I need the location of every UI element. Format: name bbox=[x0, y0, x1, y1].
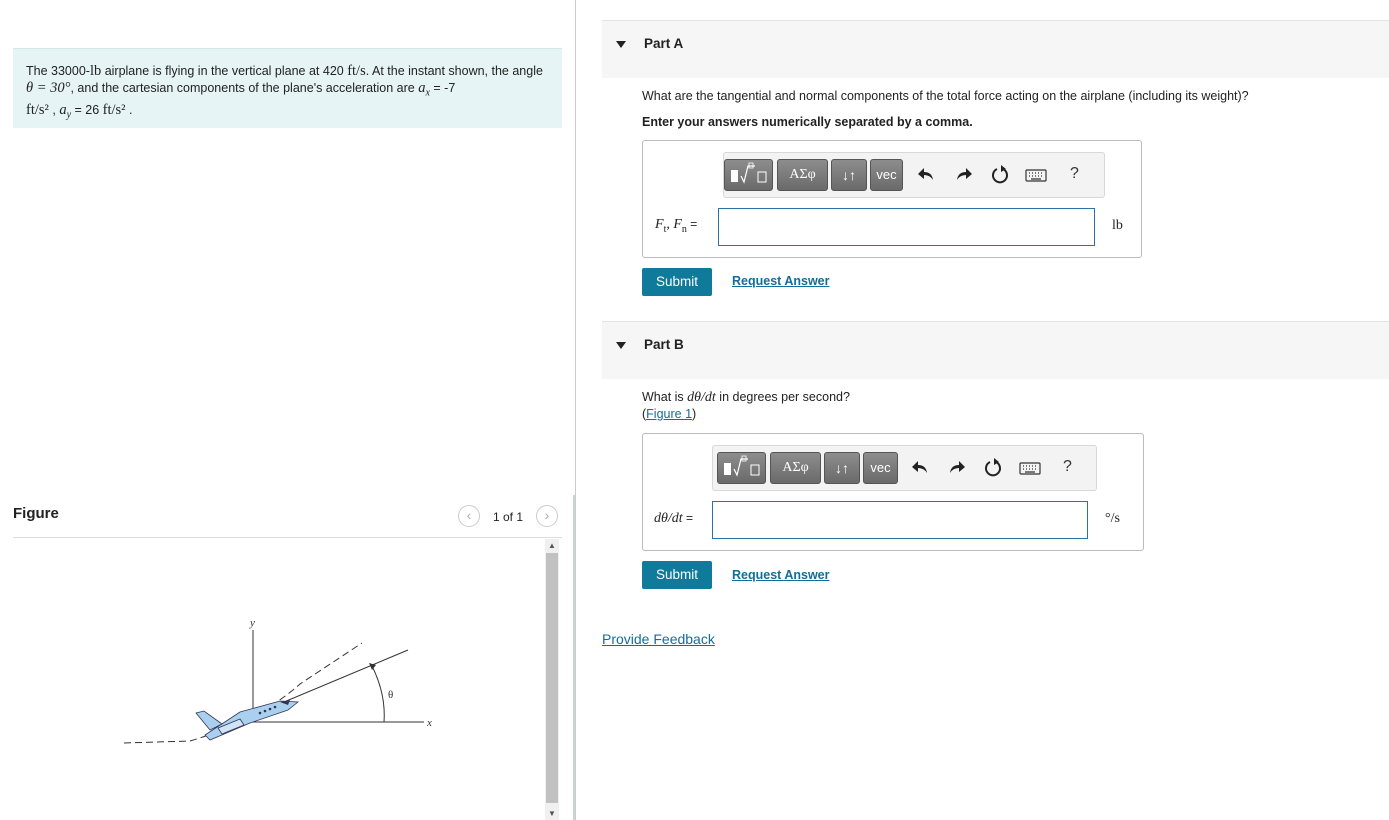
part-b-header[interactable]: Part B bbox=[602, 321, 1389, 379]
question-text: What is bbox=[642, 390, 688, 404]
theta-expression: θ = 30° bbox=[26, 80, 71, 96]
scroll-thumb[interactable] bbox=[546, 553, 558, 803]
fraction-sqrt-icon bbox=[724, 455, 760, 477]
keyboard-icon[interactable] bbox=[1018, 456, 1042, 480]
redo-icon[interactable] bbox=[952, 163, 976, 187]
collapse-triangle-icon[interactable] bbox=[616, 342, 626, 349]
label-var: F bbox=[655, 217, 664, 232]
help-button[interactable]: ? bbox=[1070, 165, 1079, 183]
unit-fts2: ft/s² bbox=[102, 101, 126, 118]
fraction-sqrt-icon bbox=[731, 162, 767, 184]
greek-symbols-button[interactable]: ΑΣφ bbox=[777, 159, 828, 191]
part-a-unit: lb bbox=[1112, 218, 1123, 233]
part-a-answer-box: ΑΣφ ↓↑ vec ? Ft, Fn = lb bbox=[642, 140, 1142, 258]
figure-1-link[interactable]: Figure 1 bbox=[646, 407, 692, 421]
figure-diagram: y x θ bbox=[123, 617, 432, 744]
templates-button[interactable] bbox=[724, 159, 773, 191]
math-toolbar: ΑΣφ ↓↑ vec ? bbox=[712, 445, 1097, 491]
next-figure-button[interactable]: › bbox=[536, 505, 558, 527]
reset-icon[interactable] bbox=[988, 163, 1012, 187]
y-axis-label: y bbox=[249, 617, 255, 629]
keyboard-icon[interactable] bbox=[1024, 163, 1048, 187]
unit-fts2: ft/s² bbox=[26, 101, 49, 118]
arrows-button[interactable]: ↓↑ bbox=[824, 452, 860, 484]
part-a-answer-label: Ft, Fn = bbox=[655, 217, 697, 235]
problem-text: , bbox=[48, 102, 60, 117]
part-a-instruction: Enter your answers numerically separated… bbox=[642, 115, 973, 129]
scroll-up-icon[interactable]: ▲ bbox=[548, 541, 556, 550]
vector-button[interactable]: vec bbox=[870, 159, 903, 191]
figure-scrollbar[interactable]: ▲ ▼ bbox=[545, 539, 559, 820]
question-text: in degrees per second? bbox=[715, 390, 850, 404]
label-expr: dθ/dt bbox=[654, 511, 683, 526]
redo-icon[interactable] bbox=[945, 456, 969, 480]
chevron-right-icon: › bbox=[544, 507, 550, 523]
templates-button[interactable] bbox=[717, 452, 766, 484]
part-b-answer-input[interactable] bbox=[712, 501, 1088, 539]
part-b-answer-box: ΑΣφ ↓↑ vec ? dθ/dt = °/s bbox=[642, 433, 1144, 551]
problem-text: . At the instant shown, the angle bbox=[365, 64, 543, 78]
part-a-answer-input[interactable] bbox=[718, 208, 1095, 246]
part-b-question: What is dθ/dt in degrees per second? bbox=[642, 390, 850, 406]
figure-title: Figure bbox=[13, 505, 59, 522]
provide-feedback-link[interactable]: Provide Feedback bbox=[602, 631, 715, 647]
undo-icon[interactable] bbox=[908, 456, 932, 480]
part-b-submit-button[interactable]: Submit bbox=[642, 561, 712, 589]
ax-value: = -7 bbox=[429, 81, 456, 95]
problem-text: . bbox=[125, 102, 133, 117]
part-a-submit-button[interactable]: Submit bbox=[642, 268, 712, 296]
math-toolbar: ΑΣφ ↓↑ vec ? bbox=[723, 152, 1105, 198]
part-b-answer-label: dθ/dt = bbox=[654, 511, 693, 527]
greek-symbols-button[interactable]: ΑΣφ bbox=[770, 452, 821, 484]
label-eq: = bbox=[682, 511, 693, 525]
ay-symbol: a bbox=[59, 101, 67, 118]
part-a-title: Part A bbox=[644, 36, 684, 51]
problem-text: The 33000- bbox=[26, 64, 90, 78]
part-a-question: What are the tangential and normal compo… bbox=[642, 89, 1249, 103]
part-b-request-answer-link[interactable]: Request Answer bbox=[732, 568, 829, 582]
problem-statement: The 33000-lb airplane is flying in the v… bbox=[13, 48, 562, 128]
vector-button[interactable]: vec bbox=[863, 452, 898, 484]
theta-label: θ bbox=[388, 689, 393, 701]
pane-resize-handle[interactable] bbox=[573, 495, 575, 820]
problem-text: , and the cartesian components of the pl… bbox=[70, 81, 419, 95]
arrows-button[interactable]: ↓↑ bbox=[831, 159, 867, 191]
airplane-icon bbox=[195, 700, 300, 741]
left-pane: The 33000-lb airplane is flying in the v… bbox=[0, 0, 575, 820]
ay-value: = 26 bbox=[71, 102, 103, 117]
collapse-triangle-icon[interactable] bbox=[616, 41, 626, 48]
reset-icon[interactable] bbox=[981, 456, 1005, 480]
x-axis-label: x bbox=[426, 717, 432, 729]
figure-header: Figure ‹ 1 of 1 › bbox=[13, 503, 562, 538]
previous-figure-button[interactable]: ‹ bbox=[458, 505, 480, 527]
unit-fts: ft/s bbox=[347, 63, 366, 79]
unit-lb: lb bbox=[89, 63, 102, 79]
undo-icon[interactable] bbox=[914, 163, 938, 187]
pane-divider bbox=[575, 0, 576, 820]
part-b-unit: °/s bbox=[1105, 511, 1120, 526]
flight-path bbox=[123, 642, 363, 744]
paren: ) bbox=[692, 407, 697, 421]
dtheta-dt-expression: dθ/dt bbox=[687, 390, 716, 405]
scroll-down-icon[interactable]: ▼ bbox=[548, 809, 556, 818]
label-var: F bbox=[673, 217, 682, 232]
part-a-header[interactable]: Part A bbox=[602, 20, 1389, 78]
help-button[interactable]: ? bbox=[1063, 458, 1072, 476]
part-b-figure-ref: (Figure 1) bbox=[642, 407, 696, 421]
figure-pager-text: 1 of 1 bbox=[493, 510, 524, 524]
chevron-left-icon: ‹ bbox=[466, 507, 472, 523]
part-b-title: Part B bbox=[644, 337, 684, 352]
angle-arc bbox=[371, 665, 385, 723]
part-a-request-answer-link[interactable]: Request Answer bbox=[732, 274, 829, 288]
problem-text: airplane is flying in the vertical plane… bbox=[101, 64, 348, 78]
label-eq: = bbox=[686, 217, 698, 231]
